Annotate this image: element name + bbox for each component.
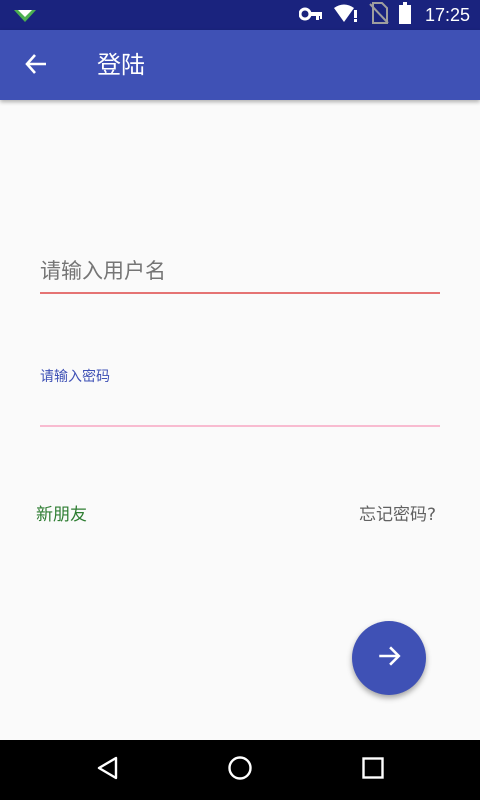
login-screen: 17:25 登陆 请输入密码 新朋友 忘记密码?: [0, 0, 480, 800]
status-bar: 17:25: [0, 0, 480, 30]
home-circle-icon: [227, 755, 253, 785]
back-button[interactable]: [20, 50, 52, 82]
page-title: 登陆: [97, 51, 145, 79]
password-input[interactable]: [40, 390, 440, 424]
status-time: 17:25: [424, 4, 470, 25]
username-field: [40, 250, 440, 296]
nav-recents-button[interactable]: [357, 754, 389, 786]
toolbar: 登陆: [0, 30, 480, 100]
back-triangle-icon: [96, 756, 120, 784]
battery-icon: [398, 2, 411, 28]
login-submit-button[interactable]: [352, 621, 426, 695]
recents-square-icon: [361, 756, 385, 784]
arrow-back-icon: [24, 52, 48, 80]
nav-home-button[interactable]: [224, 754, 256, 786]
username-underline: [40, 292, 440, 294]
status-icons: 17:25: [298, 0, 470, 30]
arrow-forward-icon: [376, 643, 402, 673]
password-label: 请输入密码: [40, 369, 110, 385]
notification-app-icon: [14, 7, 36, 27]
wifi-alert-icon: [333, 3, 359, 27]
navigation-bar: [0, 740, 480, 800]
vpn-key-icon: [298, 6, 323, 25]
password-underline: [40, 425, 440, 427]
username-input[interactable]: [40, 250, 440, 292]
nav-back-button[interactable]: [92, 754, 124, 786]
forgot-password-link[interactable]: 忘记密码?: [359, 500, 436, 525]
no-sim-icon: [369, 2, 389, 28]
password-field: [40, 390, 440, 430]
new-friend-link[interactable]: 新朋友: [36, 500, 87, 525]
